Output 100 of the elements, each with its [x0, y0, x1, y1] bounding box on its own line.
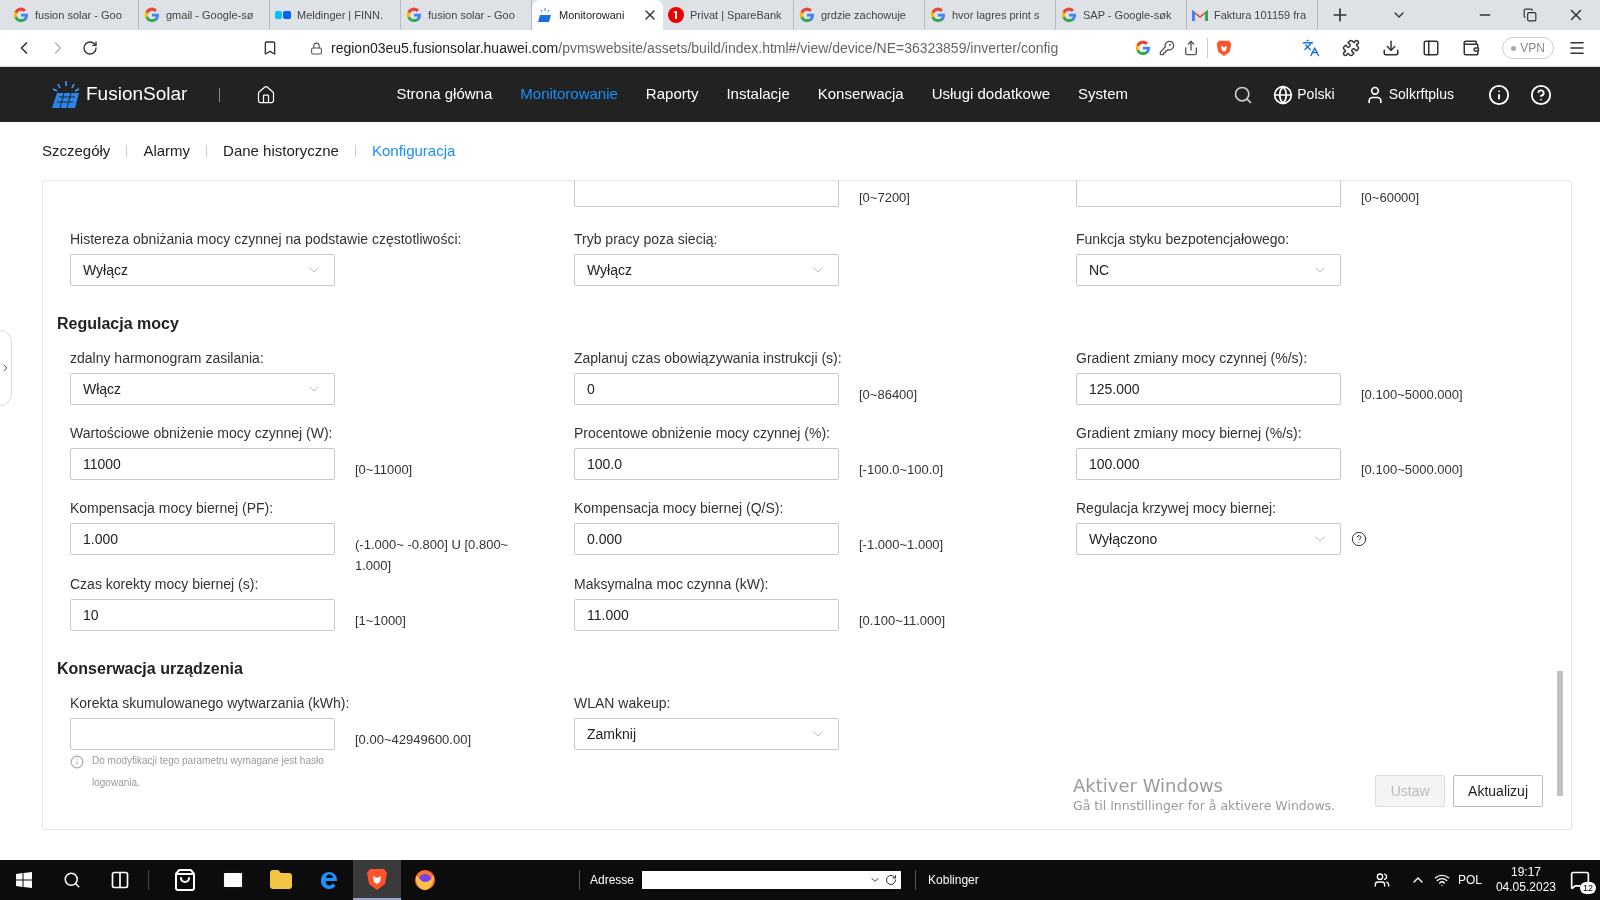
solar-panel-logo-icon — [50, 80, 82, 109]
sidebar-handle[interactable] — [0, 330, 12, 406]
nav-link[interactable]: System — [1078, 83, 1129, 106]
bank-logo-icon — [668, 7, 684, 23]
field-label: zdalny harmonogram zasilania: — [70, 350, 265, 366]
globe-icon — [1273, 84, 1294, 105]
range-text: [0.100~11.000] — [859, 612, 947, 630]
mail-logo-icon — [1192, 9, 1208, 21]
task-view-icon[interactable] — [110, 870, 130, 890]
field-label: Gradient zmiany mocy biernej (%/s): — [1076, 425, 1303, 441]
share-icon[interactable] — [1183, 40, 1199, 56]
address-bar[interactable]: region03eu5.fusionsolar.huawei.com/pvmswebsite/assets/build/index.html#/view/device/NE=36323859/inverter/config — [298, 33, 1244, 63]
field-label: Tryb pracy poza siecią: — [574, 231, 719, 247]
wallet-icon[interactable] — [1462, 39, 1481, 57]
nav-link[interactable]: Strona główna — [396, 83, 493, 106]
dropdown[interactable]: Wyłączono — [1076, 523, 1341, 555]
range-text: [0~60000] — [1361, 189, 1421, 207]
field-label: Korekta skumulowanego wytwarzania (kWh): — [70, 695, 351, 711]
user-button[interactable]: Solkrftplus — [1364, 84, 1454, 105]
input-field[interactable]: 100.0 — [574, 448, 839, 480]
address-field[interactable] — [642, 871, 902, 889]
input-field[interactable] — [1076, 181, 1341, 207]
translate-icon[interactable] — [1302, 39, 1321, 57]
solar-panel-icon — [537, 7, 553, 23]
google-icon — [930, 7, 946, 23]
language-indicator[interactable]: POL — [1457, 871, 1482, 889]
lock-icon — [310, 41, 323, 55]
action-button[interactable]: Aktualizuj — [1453, 775, 1543, 807]
nav-link[interactable]: Usługi dodatkowe — [931, 83, 1051, 106]
nav-link[interactable]: Konserwacja — [817, 83, 904, 106]
restore-icon[interactable] — [1523, 8, 1537, 22]
google-icon — [1135, 40, 1151, 56]
info-icon[interactable] — [1488, 83, 1510, 106]
range-text: [0.00~42949600.00] — [355, 731, 473, 749]
lion-shield-icon[interactable] — [366, 867, 388, 891]
field-label: Kompensacja mocy biernej (Q/S): — [574, 500, 785, 516]
dropdown[interactable]: Włącz — [70, 373, 335, 405]
input-field[interactable]: 100.000 — [1076, 448, 1341, 480]
input-field[interactable]: 1.000 — [70, 523, 335, 555]
dropdown[interactable]: Zamknij — [574, 718, 839, 750]
google-icon — [144, 7, 160, 23]
folder-icon[interactable] — [269, 868, 293, 892]
range-text: (-1.000~ -0.800] U [0.800~ 1.000] — [355, 536, 510, 575]
puzzle-icon[interactable] — [1342, 39, 1361, 57]
field-label: Histereza obniżania mocy czynnej na podstawie częstotliwości: — [70, 231, 463, 247]
scrollbar-thumb[interactable] — [1557, 671, 1563, 796]
google-icon — [1061, 7, 1077, 23]
nav-link[interactable]: Monitorowanie — [520, 83, 618, 106]
info-icon — [70, 755, 84, 769]
browser-tab[interactable]: Monitorowani — [532, 0, 663, 30]
field-label: Procentowe obniżenie mocy czynnej (%): — [574, 425, 831, 441]
input-field[interactable] — [574, 181, 839, 207]
range-text: [0~7200] — [859, 189, 911, 207]
search-icon[interactable] — [63, 871, 81, 889]
help-icon[interactable] — [1351, 531, 1367, 547]
range-text: [-100.0~100.0] — [859, 461, 945, 479]
reload-icon[interactable] — [82, 40, 98, 56]
store-icon[interactable] — [173, 868, 197, 892]
clock[interactable]: 19:17 04.05.2023 — [1495, 865, 1556, 895]
people-icon[interactable] — [1373, 872, 1390, 888]
windows-logo-icon[interactable] — [16, 872, 32, 888]
language-button[interactable]: Polski — [1273, 84, 1335, 105]
wifi-icon[interactable] — [1433, 872, 1450, 888]
input-field[interactable]: 11.000 — [574, 599, 839, 631]
app-logo-text: FusionSolar — [86, 82, 188, 107]
google-icon — [13, 7, 29, 23]
sub-tab[interactable]: Alarmy — [143, 139, 191, 163]
sidebar-icon[interactable] — [1422, 39, 1441, 57]
range-text: [0~11000] — [355, 461, 414, 479]
input-field[interactable] — [70, 718, 335, 750]
input-field[interactable]: 125.000 — [1076, 373, 1341, 405]
hint-text: Do modyfikacji tego parametru wymagane jest hasło logowania. — [92, 754, 325, 790]
search-icon[interactable] — [1233, 84, 1254, 105]
download-icon[interactable] — [1382, 39, 1401, 57]
nav-link[interactable]: Instalacje — [726, 83, 790, 106]
nav-link[interactable]: Raporty — [645, 83, 699, 106]
key-icon[interactable] — [1159, 40, 1175, 56]
menu-icon[interactable] — [1568, 39, 1586, 57]
field-label: Gradient zmiany mocy czynnej (%/s): — [1076, 350, 1309, 366]
sub-tab[interactable]: Szczegóły — [42, 139, 111, 163]
watermark-title: Aktiver Windows — [1073, 775, 1223, 797]
dropdown[interactable]: Wyłącz — [70, 254, 335, 286]
dropdown[interactable]: Wyłącz — [574, 254, 839, 286]
input-field[interactable]: 10 — [70, 599, 335, 631]
url-text: region03eu5.fusionsolar.huawei.com/pvmswebsite/assets/build/index.html#/view/device/NE=36323859/inverter/config — [331, 38, 1060, 58]
taskbar-app[interactable] — [353, 860, 401, 900]
input-field[interactable]: 11000 — [70, 448, 335, 480]
google-icon — [799, 7, 815, 23]
dropdown[interactable]: NC — [1076, 254, 1341, 286]
field-label: Regulacja krzywej mocy biernej: — [1076, 500, 1277, 516]
home-icon[interactable] — [256, 84, 277, 105]
input-field[interactable]: 0 — [574, 373, 839, 405]
address-label: Adresse — [590, 872, 635, 889]
google-icon — [406, 7, 422, 23]
sub-tab[interactable]: Dane historyczne — [223, 139, 339, 163]
field-label: Zaplanuj czas obowiązywania instrukcji (s): — [574, 350, 843, 366]
fox-globe-icon[interactable] — [413, 868, 437, 892]
input-field[interactable]: 0.000 — [574, 523, 839, 555]
bookmark-icon[interactable] — [262, 40, 278, 56]
refresh-icon — [885, 874, 898, 886]
